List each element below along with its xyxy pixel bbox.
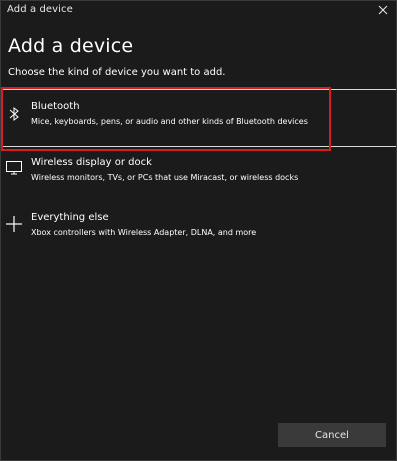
page-title: Add a device (8, 35, 134, 57)
window-title: Add a device (7, 4, 73, 15)
title-bar: Add a device (1, 1, 396, 23)
option-everything-else-title: Everything else (31, 212, 109, 223)
bluetooth-highlight-box (1, 87, 331, 151)
option-wireless-display-title: Wireless display or dock (31, 157, 152, 168)
close-icon (378, 5, 388, 15)
close-button[interactable] (370, 1, 396, 19)
option-everything-else-description: Xbox controllers with Wireless Adapter, … (31, 228, 257, 237)
cancel-button[interactable]: Cancel (278, 423, 386, 447)
option-wireless-display-description: Wireless monitors, TVs, or PCs that use … (31, 173, 299, 182)
add-device-dialog: Add a device Add a device Choose the kin… (0, 0, 397, 461)
page-subtitle: Choose the kind of device you want to ad… (8, 67, 226, 78)
plus-icon (5, 215, 23, 233)
monitor-icon (5, 159, 23, 177)
option-everything-else[interactable]: Everything else Xbox controllers with Wi… (1, 206, 396, 254)
option-wireless-display[interactable]: Wireless display or dock Wireless monito… (1, 151, 396, 199)
